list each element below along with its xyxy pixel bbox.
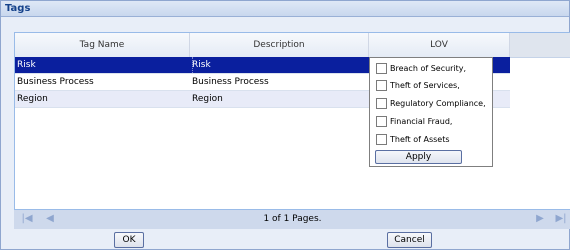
cell-description: Region: [192, 94, 223, 104]
lov-option-label: Theft of Services,: [390, 81, 460, 90]
checkbox[interactable]: [376, 62, 387, 74]
checkbox[interactable]: [376, 97, 387, 109]
cell-tag-name: Business Process: [17, 77, 94, 87]
column-header-description[interactable]: Description: [190, 33, 369, 57]
last-page-icon[interactable]: ▶|: [555, 213, 567, 225]
pager-bar: |◀ ◀ 1 of 1 Pages. ▶ ▶|: [14, 209, 570, 229]
lov-option-label: Regulatory Compliance,: [390, 99, 486, 108]
column-header-lov[interactable]: LOV: [369, 33, 510, 57]
tags-panel: Tags Tag Name Description LOV Risk Risk …: [0, 0, 570, 250]
lov-option[interactable]: Theft of Services,: [376, 79, 460, 93]
column-header-tag-name[interactable]: Tag Name: [15, 33, 190, 57]
lov-option[interactable]: Financial Fraud,: [376, 115, 452, 129]
ok-button[interactable]: OK: [114, 232, 144, 248]
cell-tag-name: Risk: [15, 57, 193, 73]
page-status: 1 of 1 Pages.: [263, 214, 322, 224]
checkbox[interactable]: [376, 115, 387, 127]
cell-tag-name: Region: [17, 94, 48, 104]
lov-option[interactable]: Regulatory Compliance,: [376, 97, 486, 111]
lov-option[interactable]: Breach of Security,: [376, 62, 466, 76]
cell-description: Risk: [190, 57, 372, 73]
cell-description: Business Process: [192, 77, 269, 87]
checkbox[interactable]: [376, 79, 387, 91]
header-filler: [510, 33, 570, 57]
lov-option[interactable]: Theft of Assets: [376, 133, 450, 147]
lov-popup: Breach of Security, Theft of Services, R…: [369, 57, 493, 167]
panel-title: Tags: [1, 1, 569, 17]
checkbox[interactable]: [376, 133, 387, 145]
next-page-icon[interactable]: ▶: [534, 213, 546, 225]
lov-option-label: Theft of Assets: [390, 135, 450, 144]
apply-button[interactable]: Apply: [375, 150, 462, 164]
cancel-button[interactable]: Cancel: [387, 232, 432, 248]
lov-option-label: Financial Fraud,: [390, 117, 453, 126]
grid-header: Tag Name Description LOV: [15, 33, 570, 58]
lov-option-label: Breach of Security,: [390, 64, 467, 73]
